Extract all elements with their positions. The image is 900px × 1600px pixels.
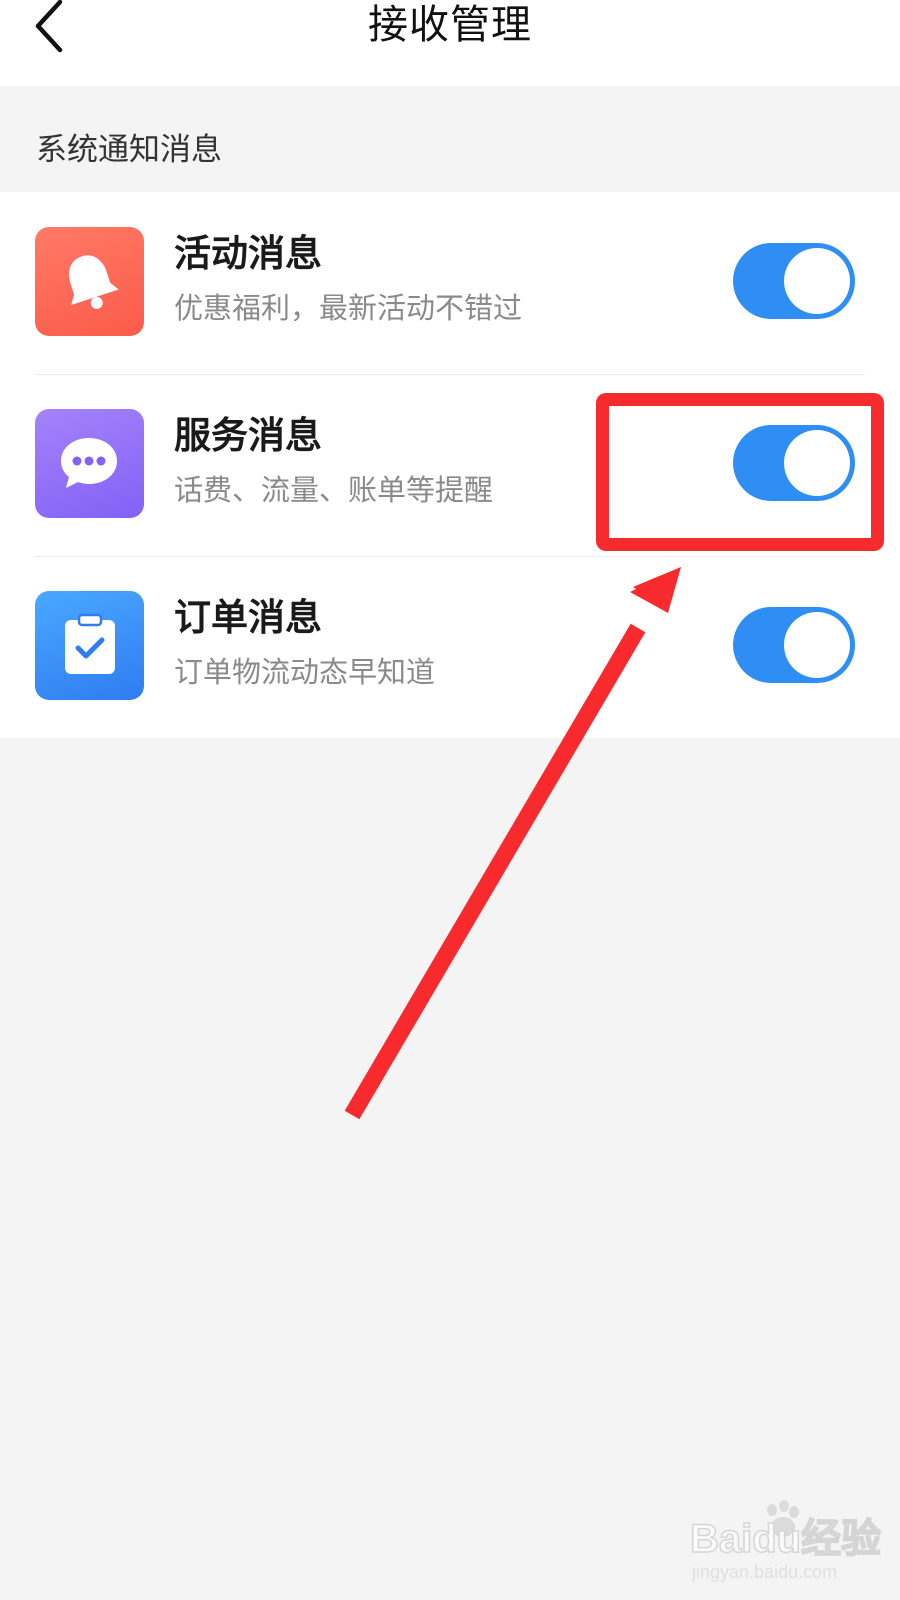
annotation-arrow bbox=[344, 567, 681, 1120]
watermark-url: jingyan.baidu.com bbox=[691, 1562, 837, 1582]
receive-management-screen: 接收管理 系统通知消息 活动消息 优惠福利，最新活动不错过 服务消息 话费、流量… bbox=[0, 0, 900, 1600]
baidu-jingyan-logo: Baidu经验 jingyan.baidu.com bbox=[689, 1500, 882, 1582]
watermark: Baidu经验 jingyan.baidu.com bbox=[689, 1500, 890, 1590]
watermark-brand: Baidu经验 bbox=[690, 1517, 881, 1561]
